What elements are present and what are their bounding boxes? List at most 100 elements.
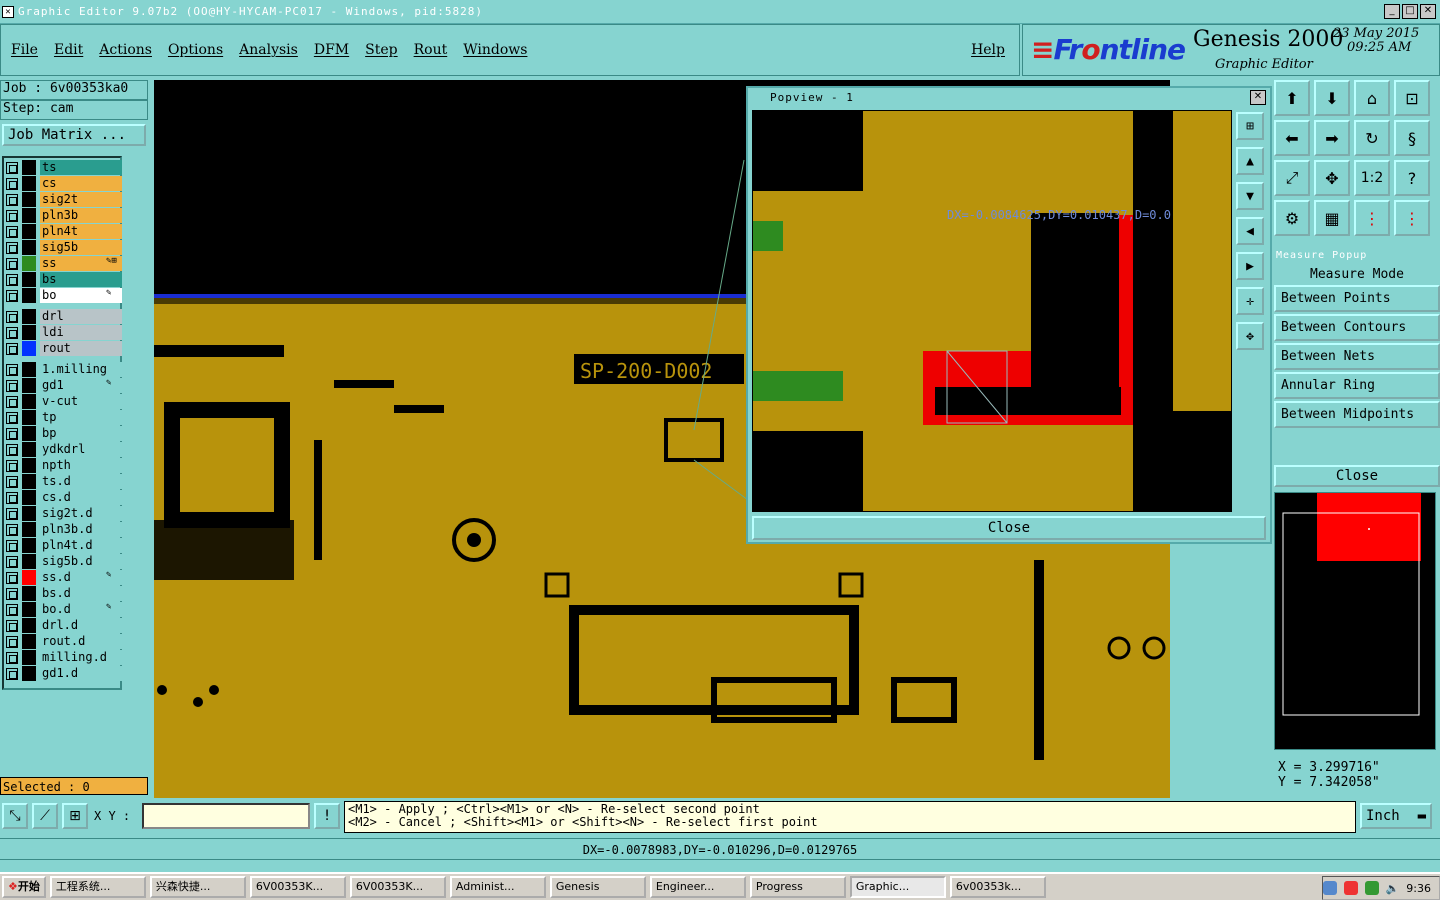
layer-row-bp[interactable]: bp (6, 426, 122, 441)
menu-file[interactable]: File (11, 42, 38, 58)
taskbar-item[interactable]: 6V00353K... (349, 876, 446, 898)
popview-close-icon[interactable]: ✕ (1250, 90, 1266, 105)
layer-row-bs[interactable]: bs (6, 272, 122, 287)
taskbar-item[interactable]: 工程系统... (49, 876, 146, 898)
pan-up-icon[interactable]: ▲ (1236, 147, 1264, 175)
layer-checkbox[interactable] (6, 539, 18, 552)
between-points-button[interactable]: Between Points (1274, 285, 1440, 312)
layer-checkbox[interactable] (6, 225, 18, 238)
popview-window[interactable]: Popview - 1 ✕ DX=-0.0084625,DY=0.010437,… (746, 86, 1272, 544)
layer-checkbox[interactable] (6, 363, 18, 376)
overview-map[interactable] (1274, 492, 1436, 750)
minimize-button[interactable]: _ (1384, 4, 1400, 19)
menu-help[interactable]: Help (971, 42, 1005, 58)
layer-checkbox[interactable] (6, 603, 18, 616)
layer-row-sig5b[interactable]: sig5b (6, 240, 122, 255)
menu-dfm[interactable]: DFM (314, 42, 349, 58)
taskbar-item[interactable]: Progress (749, 876, 846, 898)
zoom-in-icon[interactable]: ✛ (1236, 287, 1264, 315)
pan-left-icon[interactable]: ◀ (1236, 217, 1264, 245)
layer-row-ss-d[interactable]: ss.d ✎ (6, 570, 122, 585)
layer-row-ydkdrl[interactable]: ydkdrl (6, 442, 122, 457)
layer-checkbox[interactable] (6, 459, 18, 472)
units-select[interactable]: Inch ▬ (1360, 803, 1432, 829)
layer-row-rout-d[interactable]: rout.d (6, 634, 122, 649)
one-to-two-icon[interactable]: 1:2 (1354, 160, 1390, 196)
layer-checkbox[interactable] (6, 257, 18, 270)
layer-checkbox[interactable] (6, 443, 18, 456)
layer-checkbox[interactable] (6, 427, 18, 440)
layer-checkbox[interactable] (6, 587, 18, 600)
maximize-button[interactable]: □ (1402, 4, 1418, 19)
select-tool-icon[interactable]: ⤡ (2, 803, 28, 829)
snap-tool-icon[interactable]: ⊞ (62, 803, 88, 829)
layer-row-bo-d[interactable]: bo.d ✎ (6, 602, 122, 617)
layer-row-ts-d[interactable]: ts.d (6, 474, 122, 489)
pan-down-icon[interactable]: ▼ (1236, 182, 1264, 210)
measure-tool-icon[interactable]: ⟋ (32, 803, 58, 829)
layer-row-pln3b[interactable]: pln3b (6, 208, 122, 223)
pan-left-icon[interactable]: ⬅ (1274, 120, 1310, 156)
layer-row-drl-d[interactable]: drl.d (6, 618, 122, 633)
grid-icon[interactable]: ▦ (1314, 200, 1350, 236)
layer-row-ss[interactable]: ss ✎⊞ (6, 256, 122, 271)
zoom-out-icon[interactable]: ✥ (1236, 322, 1264, 350)
measure-close-button[interactable]: Close (1274, 465, 1440, 487)
layer-checkbox[interactable] (6, 635, 18, 648)
pan-right-icon[interactable]: ➡ (1314, 120, 1350, 156)
menu-windows[interactable]: Windows (463, 42, 527, 58)
taskbar-item[interactable]: 兴森快捷... (149, 876, 246, 898)
pan-down-icon[interactable]: ⬇ (1314, 80, 1350, 116)
menu-analysis[interactable]: Analysis (239, 42, 298, 58)
layer-row-pln4t[interactable]: pln4t (6, 224, 122, 239)
layer-row-drl[interactable]: drl (6, 309, 122, 324)
layer-row-gd1-d[interactable]: gd1.d (6, 666, 122, 681)
layer-checkbox[interactable] (6, 193, 18, 206)
alert-icon[interactable]: ! (314, 803, 340, 829)
start-button[interactable]: ❖开始 (2, 876, 46, 898)
menu-edit[interactable]: Edit (54, 42, 83, 58)
layer-red-alt-icon[interactable]: ⋮ (1394, 200, 1430, 236)
layer-row-tp[interactable]: tp (6, 410, 122, 425)
menu-step[interactable]: Step (365, 42, 397, 58)
home-icon[interactable]: ⌂ (1354, 80, 1390, 116)
layer-checkbox[interactable] (6, 310, 18, 323)
layer-checkbox[interactable] (6, 289, 18, 302)
layer-row-sig2t-d[interactable]: sig2t.d (6, 506, 122, 521)
redraw-icon[interactable]: ↻ (1354, 120, 1390, 156)
layer-checkbox[interactable] (6, 273, 18, 286)
between-nets-button[interactable]: Between Nets (1274, 343, 1440, 370)
layer-row-pln3b-d[interactable]: pln3b.d (6, 522, 122, 537)
layer-row-1-milling[interactable]: 1.milling (6, 362, 122, 377)
zoom-fit-icon[interactable]: ⊞ (1236, 112, 1264, 140)
layer-row-rout[interactable]: rout (6, 341, 122, 356)
layer-checkbox[interactable] (6, 619, 18, 632)
layer-checkbox[interactable] (6, 161, 18, 174)
layer-row-ldi[interactable]: ldi (6, 325, 122, 340)
taskbar-item[interactable]: 6V00353K... (249, 876, 346, 898)
taskbar-item[interactable]: Engineer... (649, 876, 746, 898)
layer-row-cs-d[interactable]: cs.d (6, 490, 122, 505)
between-midpoints-button[interactable]: Between Midpoints (1274, 401, 1440, 428)
annular-ring-button[interactable]: Annular Ring (1274, 372, 1440, 399)
layer-row-npth[interactable]: npth (6, 458, 122, 473)
layer-checkbox[interactable] (6, 667, 18, 680)
pan-up-icon[interactable]: ⬆ (1274, 80, 1310, 116)
layer-checkbox[interactable] (6, 241, 18, 254)
layer-red-icon[interactable]: ⋮ (1354, 200, 1390, 236)
zoom-out-icon[interactable]: ⤢ (1274, 160, 1310, 196)
menu-options[interactable]: Options (168, 42, 223, 58)
layer-checkbox[interactable] (6, 395, 18, 408)
layer-checkbox[interactable] (6, 209, 18, 222)
layer-row-bo[interactable]: bo ✎ (6, 288, 122, 303)
layer-row-milling-d[interactable]: milling.d (6, 650, 122, 665)
menu-actions[interactable]: Actions (99, 42, 152, 58)
help-icon[interactable]: ? (1394, 160, 1430, 196)
tray-shield-icon[interactable] (1364, 881, 1379, 895)
popview-canvas[interactable]: DX=-0.0084625,DY=0.010437,D=0.0 (752, 110, 1232, 512)
close-window-button[interactable]: ✕ (1420, 4, 1436, 19)
layer-row-cs[interactable]: cs (6, 176, 122, 191)
layer-checkbox[interactable] (6, 555, 18, 568)
speaker-icon[interactable]: 🔈 (1386, 882, 1400, 895)
taskbar-item[interactable]: Graphic... (849, 876, 946, 898)
